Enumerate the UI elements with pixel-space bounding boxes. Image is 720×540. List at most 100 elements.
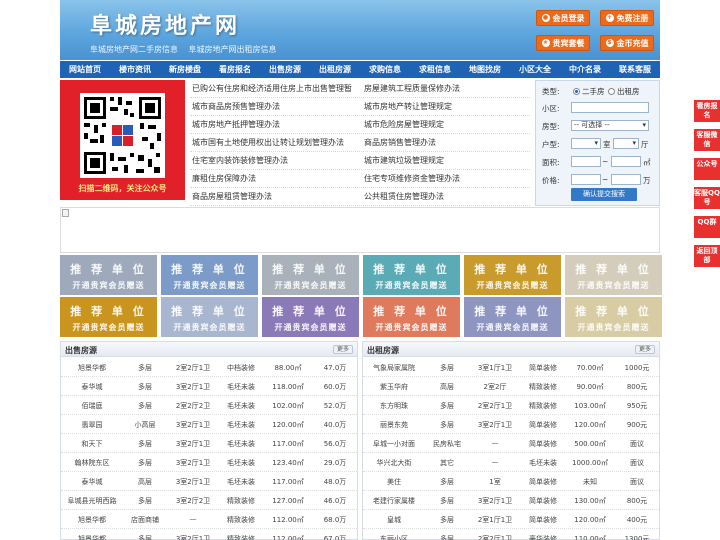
nav-item[interactable]: 出售房源 [260, 61, 310, 78]
promo-tile[interactable]: 推 荐 单 位开通贵宾会员赠送 [565, 255, 662, 295]
listing-cell[interactable]: 泰华城 [61, 477, 123, 487]
rent-listing-row[interactable]: 老建行家属楼 多层 3室2厅1卫 简单装修 130.00㎡ 800元 [363, 491, 659, 510]
wechat-service-button[interactable]: 客服微信 [694, 129, 720, 152]
listing-cell[interactable]: 丽景东苑 [363, 420, 425, 430]
nav-item[interactable]: 联系客服 [610, 61, 660, 78]
rent-listing-row[interactable]: 东丽小区 多层 2室2厅1卫 豪华装修 110.00㎡ 1300元 [363, 529, 659, 540]
sale-listing-row[interactable]: 泰华城 多层 3室2厅1卫 毛坯未装 118.00㎡ 60.0万 [61, 377, 357, 396]
community-input[interactable] [571, 102, 649, 113]
listing-cell[interactable]: 佰瑞庭 [61, 401, 123, 411]
ad-banner[interactable] [60, 207, 660, 253]
hall-select[interactable]: ▾ [613, 138, 639, 149]
regulation-link[interactable]: 城市房地产转让管理规定 [364, 101, 452, 112]
area-max-input[interactable] [611, 156, 641, 167]
sale-listing-row[interactable]: 阜城县光明西路 多层 3室2厅2卫 精致装修 127.00㎡ 46.0万 [61, 491, 357, 510]
promo-tile[interactable]: 推 荐 单 位开通贵宾会员赠送 [262, 255, 359, 295]
promo-tile[interactable]: 推 荐 单 位开通贵宾会员赠送 [161, 255, 258, 295]
qq-service-button[interactable]: 客服QQ号 [694, 187, 720, 210]
sale-listing-row[interactable]: 旭景华都 多层 2室2厅1卫 中档装修 88.00㎡ 47.0万 [61, 358, 357, 377]
qq-group-button[interactable]: QQ群 [694, 216, 720, 239]
rent-more-button[interactable]: 更多 [634, 345, 655, 354]
rent-listing-row[interactable]: 丽景东苑 多层 3室2厅1卫 简单装修 120.00㎡ 900元 [363, 415, 659, 434]
regulation-link[interactable]: 城市危险房屋管理规定 [364, 119, 444, 130]
viewing-signup-button[interactable]: 看房报名 [694, 100, 720, 123]
back-to-top-button[interactable]: 返回顶部 [694, 245, 720, 268]
promo-tile[interactable]: 推 荐 单 位开通贵宾会员赠送 [60, 297, 157, 337]
rent-listing-row[interactable]: 皇城 多层 2室1厅1卫 简单装修 120.00㎡ 400元 [363, 510, 659, 529]
listing-cell[interactable]: 老建行家属楼 [363, 496, 425, 506]
free-register-button[interactable]: + 免费注册 [600, 10, 654, 26]
promo-tile[interactable]: 推 荐 单 位开通贵宾会员赠送 [464, 297, 561, 337]
sale-listing-row[interactable]: 翡翠园 小高层 3室2厅1卫 毛坯未装 120.00㎡ 40.0万 [61, 415, 357, 434]
rent-listing-row[interactable]: 美住 多层 1室 简单装修 未知 面议 [363, 472, 659, 491]
rent-listing-row[interactable]: 气象局家属院 多层 3室1厅1卫 简单装修 70.00㎡ 1000元 [363, 358, 659, 377]
listing-cell[interactable]: 紫玉华府 [363, 382, 425, 392]
listing-cell[interactable]: 翰林院东区 [61, 458, 123, 468]
member-login-button[interactable]: ● 会员登录 [536, 10, 590, 26]
rent-listing-row[interactable]: 阜城一小对面 民房私宅 — 简单装修 500.00㎡ 面议 [363, 434, 659, 453]
promo-tile[interactable]: 推 荐 单 位开通贵宾会员赠送 [565, 297, 662, 337]
regulation-link[interactable]: 商品房屋租赁管理办法 [192, 191, 272, 202]
regulation-link[interactable]: 住宅室内装饰装修管理办法 [192, 155, 288, 166]
rent-listing-row[interactable]: 华兴北大街 其它 — 毛坯未装 1000.00㎡ 面议 [363, 453, 659, 472]
regulation-link[interactable]: 商品房销售管理办法 [364, 137, 436, 148]
nav-item[interactable]: 网站首页 [60, 61, 110, 78]
nav-item[interactable]: 求租信息 [410, 61, 460, 78]
sale-listing-row[interactable]: 泰华城 高层 3室2厅1卫 毛坯未装 117.00㎡ 48.0万 [61, 472, 357, 491]
second-hand-link[interactable]: 阜城房地产网二手房信息 [90, 45, 178, 54]
regulation-link[interactable]: 城市国有土地使用权出让转让规划管理办法 [192, 137, 344, 148]
rent-listing-row[interactable]: 东方明珠 多层 2室2厅1卫 精致装修 103.00㎡ 950元 [363, 396, 659, 415]
listing-cell[interactable]: 美住 [363, 477, 425, 487]
sale-listing-row[interactable]: 旭景华都 多层 3室2厅1卫 精致装修 112.00㎡ 67.0万 [61, 529, 357, 540]
nav-item[interactable]: 小区大全 [510, 61, 560, 78]
promo-tile[interactable]: 推 荐 单 位开通贵宾会员赠送 [363, 255, 460, 295]
sale-listing-row[interactable]: 和天下 多层 3室2厅1卫 毛坯未装 117.00㎡ 56.0万 [61, 434, 357, 453]
listing-cell[interactable]: 华兴北大街 [363, 458, 425, 468]
radio-rental[interactable] [608, 88, 615, 95]
listing-cell[interactable]: 旭景华都 [61, 515, 123, 525]
house-type-select[interactable]: -- 可选择 -- ▾ [571, 120, 649, 131]
nav-item[interactable]: 看房报名 [210, 61, 260, 78]
listing-cell[interactable]: 和天下 [61, 439, 123, 449]
coin-recharge-button[interactable]: $ 金币充值 [600, 35, 654, 51]
area-min-input[interactable] [571, 156, 601, 167]
promo-tile[interactable]: 推 荐 单 位开通贵宾会员赠送 [262, 297, 359, 337]
nav-item[interactable]: 地图找房 [460, 61, 510, 78]
nav-item[interactable]: 中介名录 [560, 61, 610, 78]
rent-listing-row[interactable]: 紫玉华府 高层 2室2厅 精致装修 90.00㎡ 800元 [363, 377, 659, 396]
sale-listing-row[interactable]: 旭景华都 店面商铺 — 精致装修 112.00㎡ 68.0万 [61, 510, 357, 529]
nav-item[interactable]: 出租房源 [310, 61, 360, 78]
listing-cell[interactable]: 泰华城 [61, 382, 123, 392]
regulation-link[interactable]: 房屋建筑工程质量保修办法 [364, 83, 460, 94]
listing-cell[interactable]: 皇城 [363, 515, 425, 525]
site-title[interactable]: 阜城房地产网 [90, 8, 240, 40]
sale-listing-row[interactable]: 佰瑞庭 多层 2室2厅2卫 毛坯未装 102.00㎡ 52.0万 [61, 396, 357, 415]
promo-tile[interactable]: 推 荐 单 位开通贵宾会员赠送 [161, 297, 258, 337]
regulation-link[interactable]: 住宅专项维修资金管理办法 [364, 173, 460, 184]
rental-link[interactable]: 阜城房地产网出租房信息 [189, 45, 277, 54]
nav-item[interactable]: 求购信息 [360, 61, 410, 78]
nav-item[interactable]: 楼市资讯 [110, 61, 160, 78]
regulation-link[interactable]: 城市房地产抵押管理办法 [192, 119, 280, 130]
radio-second-hand[interactable] [573, 88, 580, 95]
listing-cell[interactable]: 旭景华都 [61, 363, 123, 373]
regulation-link[interactable]: 城市商品房预售管理办法 [192, 101, 280, 112]
room-select[interactable]: ▾ [571, 138, 601, 149]
listing-cell[interactable]: 阜城县光明西路 [61, 496, 123, 506]
listing-cell[interactable]: 阜城一小对面 [363, 439, 425, 449]
price-min-input[interactable] [571, 174, 601, 185]
sale-listing-row[interactable]: 翰林院东区 多层 3室2厅1卫 毛坯未装 123.40㎡ 29.0万 [61, 453, 357, 472]
listing-cell[interactable]: 东丽小区 [363, 534, 425, 540]
regulation-link[interactable]: 公共租赁住房管理办法 [364, 191, 444, 202]
official-account-button[interactable]: 公众号 [694, 158, 720, 181]
search-submit-button[interactable]: 确认提交搜索 [571, 188, 637, 201]
promo-tile[interactable]: 推 荐 单 位开通贵宾会员赠送 [60, 255, 157, 295]
regulation-link[interactable]: 已购公有住房和经济适用住房上市出售管理暂 [192, 83, 352, 94]
regulation-link[interactable]: 城市建筑垃圾管理规定 [364, 155, 444, 166]
price-max-input[interactable] [611, 174, 641, 185]
regulation-link[interactable]: 廉租住房保障办法 [192, 173, 256, 184]
vip-package-button[interactable]: ★ 贵宾套餐 [536, 35, 590, 51]
promo-tile[interactable]: 推 荐 单 位开通贵宾会员赠送 [464, 255, 561, 295]
listing-cell[interactable]: 翡翠园 [61, 420, 123, 430]
listing-cell[interactable]: 旭景华都 [61, 534, 123, 540]
